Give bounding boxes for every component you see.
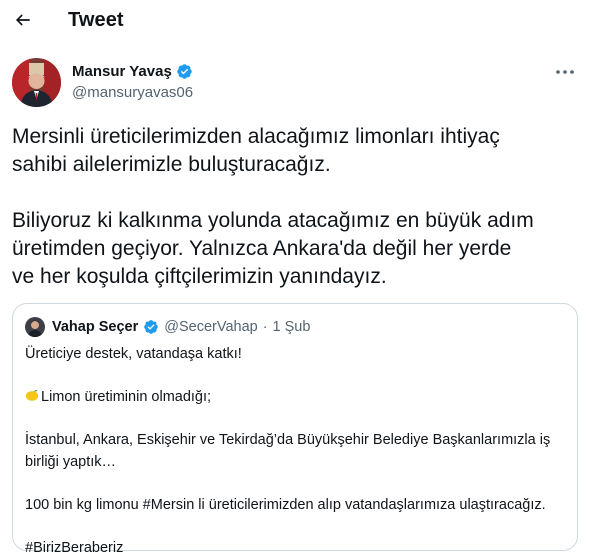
author-handle[interactable]: @mansuryavas06 [72, 84, 193, 101]
tweet-text: Mersinli üreticilerimizden alacağımız li… [12, 123, 582, 291]
verified-badge-icon [144, 320, 159, 334]
hashtag-link[interactable]: #BirizBeraberiz [25, 538, 570, 560]
tweet-text-line: Mersinli üreticilerimizden alacağımız li… [12, 125, 500, 148]
quoted-text-line-lemon: Limon üretiminin olmadığı; [25, 387, 570, 409]
tweet-text-line: ve her koşulda çiftçilerimizin yanındayı… [12, 265, 387, 288]
page-title: Tweet [68, 9, 124, 31]
quoted-author-handle[interactable]: @SecerVahap [164, 319, 257, 335]
separator-dot: · [262, 319, 268, 335]
arrow-left-icon [15, 14, 30, 26]
quoted-text-line: birliği yaptık… [25, 453, 117, 470]
quoted-tweet-text: Üreticiye destek, vatandaşa katkı! Limon… [25, 344, 570, 559]
quoted-text-line: Limon üretiminin olmadığı; [41, 389, 212, 405]
tweet-text-line: Biliyoruz ki kalkınma yolunda atacağımız… [12, 209, 534, 232]
quoted-author-avatar[interactable] [25, 317, 45, 337]
tweet-author: Mansur Yavaş @mansuryavas06 [12, 58, 580, 110]
tweet-text-line: üretimden geçiyor. Yalnızca Ankara'da de… [12, 237, 512, 260]
quoted-tweet-header: Vahap Seçer @SecerVahap · 1 Şub [25, 317, 310, 337]
quoted-text-line: İstanbul, Ankara, Eskişehir ve Tekirdağ’… [25, 432, 551, 448]
tweet-header: Tweet [0, 0, 591, 42]
quoted-text-line: Üreticiye destek, vatandaşa katkı! [25, 346, 242, 362]
verified-badge-icon [177, 64, 192, 79]
quoted-author-name[interactable]: Vahap Seçer [52, 319, 138, 335]
quoted-text-line: 100 bin kg limonu #Mersin li üreticileri… [25, 496, 546, 513]
back-button[interactable] [8, 5, 38, 35]
tweet-text-line: sahibi ailelerimizle buluşturacağız. [12, 153, 331, 176]
more-button[interactable] [552, 62, 578, 82]
author-name-row[interactable]: Mansur Yavaş [72, 63, 193, 80]
author-avatar[interactable] [12, 58, 61, 107]
quoted-tweet[interactable]: Vahap Seçer @SecerVahap · 1 Şub Üreticiy… [12, 303, 578, 556]
author-name: Mansur Yavaş [72, 63, 172, 80]
more-horizontal-icon [556, 70, 574, 74]
lemon-emoji-icon [25, 390, 39, 401]
quoted-tweet-date[interactable]: 1 Şub [273, 319, 311, 335]
